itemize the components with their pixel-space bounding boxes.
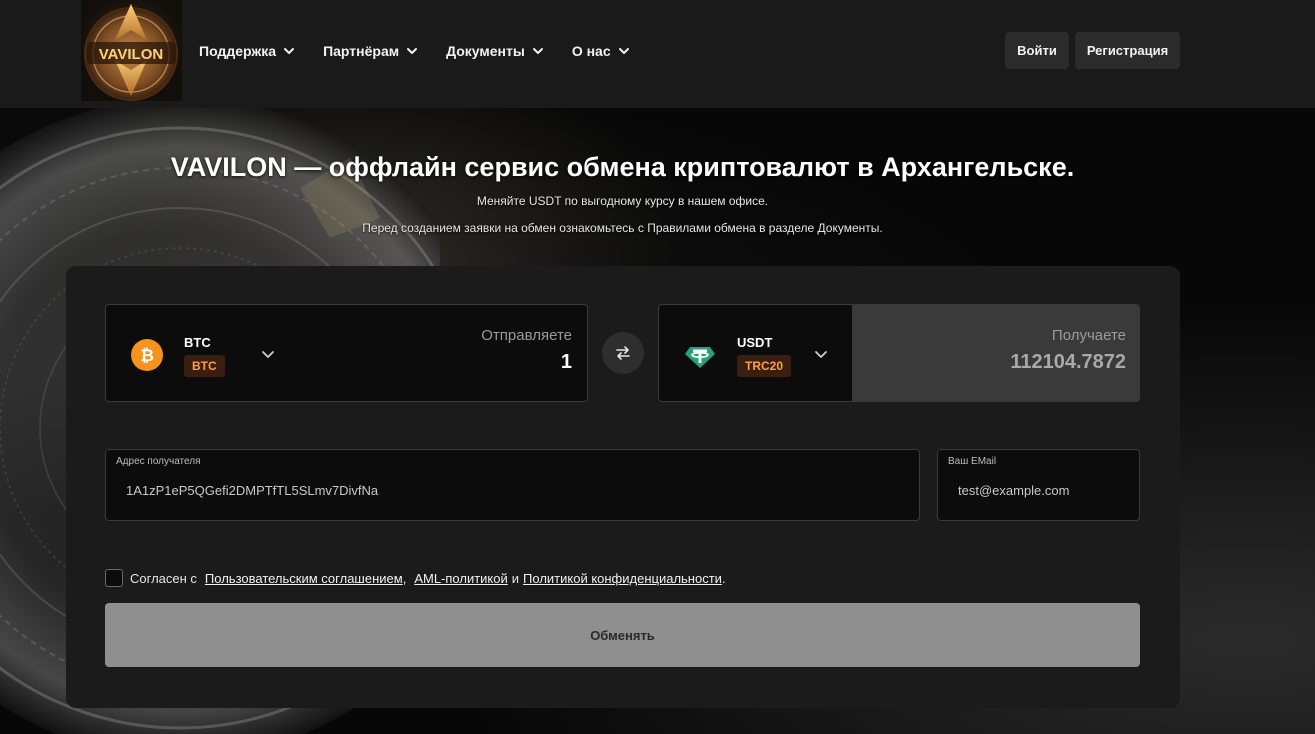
recipient-address-label: Адрес получателя [116,456,201,467]
user-agreement-link[interactable]: Пользовательским соглашением [205,571,403,586]
chevron-down-icon [283,45,295,57]
exchange-card: ₿ BTC BTC Отправляете 1 USDT TRC20 Получ… [66,266,1180,708]
agreement-prefix: Согласен с [130,570,197,586]
receive-network-badge: TRC20 [737,355,792,377]
nav-documents[interactable]: Документы [446,43,544,59]
swap-arrows-icon [616,346,630,360]
chevron-down-icon [406,45,418,57]
chevron-down-icon [532,45,544,57]
aml-policy-link[interactable]: AML-политикой [414,571,507,586]
nav-support-label: Поддержка [199,43,277,59]
nav-documents-label: Документы [446,43,525,59]
send-currency-box[interactable]: ₿ BTC BTC Отправляете 1 [105,304,588,402]
chevron-down-icon[interactable] [813,346,829,362]
agreement-and: и [511,570,520,586]
nav-about-label: О нас [571,43,611,59]
hero-subtitle-1: Меняйте USDT по выгодному курсу в нашем … [476,194,769,208]
exchange-submit-button[interactable]: Обменять [105,603,1140,667]
email-label: Ваш EMail [948,456,997,467]
receive-currency-box[interactable]: USDT TRC20 Получаете 112104.7872 [658,304,1140,402]
login-button[interactable]: Войти [1005,32,1069,69]
nav-partners-label: Партнёрам [323,43,400,59]
recipient-address-input[interactable] [116,476,909,504]
swap-currencies-button[interactable] [602,332,644,374]
hero-subtitle-2: Перед созданием заявки на обмен ознакомь… [362,221,883,235]
logo-emblem-icon: VAVILON [84,4,178,101]
agreement-suffix: . [721,570,726,586]
hero-section: VAVILON — оффлайн сервис обмена криптова… [0,108,1315,734]
top-header: VAVILON Поддержка Партнёрам Документы О … [0,0,1315,108]
send-amount-label: Отправляете [481,327,572,344]
send-currency-name: BTC [184,335,211,350]
nav-support[interactable]: Поддержка [199,43,295,59]
agreement-checkbox[interactable] [105,569,123,587]
receive-amount-value: 112104.7872 [1010,351,1126,373]
tether-icon [684,339,716,371]
bitcoin-icon: ₿ [131,339,163,371]
chevron-down-icon [618,45,630,57]
email-input[interactable] [948,476,1129,504]
chevron-down-icon[interactable] [260,346,276,362]
privacy-policy-link[interactable]: Политикой конфиденциальности [523,571,722,586]
receive-currency-name: USDT [737,335,773,350]
receive-amount-area: Получаете 112104.7872 [852,305,1139,401]
agreement-separator: , [402,570,407,586]
receive-amount-label: Получаете [1051,327,1126,344]
register-button[interactable]: Регистрация [1075,32,1180,69]
agreement-row: Согласен с Пользовательским соглашением … [105,569,726,587]
send-amount-input[interactable]: 1 [561,351,572,374]
recipient-address-field: Адрес получателя [105,449,920,521]
nav-about[interactable]: О нас [572,43,630,59]
nav-partners[interactable]: Партнёрам [323,43,418,59]
svg-text:₿: ₿ [140,346,154,366]
email-field: Ваш EMail [937,449,1140,521]
logo-text: VAVILON [99,46,163,63]
send-network-badge: BTC [184,355,225,377]
vavilon-logo[interactable]: VAVILON [81,0,182,101]
hero-title: VAVILON — оффлайн сервис обмена криптова… [170,152,1075,182]
main-nav: Поддержка Партнёрам Документы О нас [199,40,658,62]
